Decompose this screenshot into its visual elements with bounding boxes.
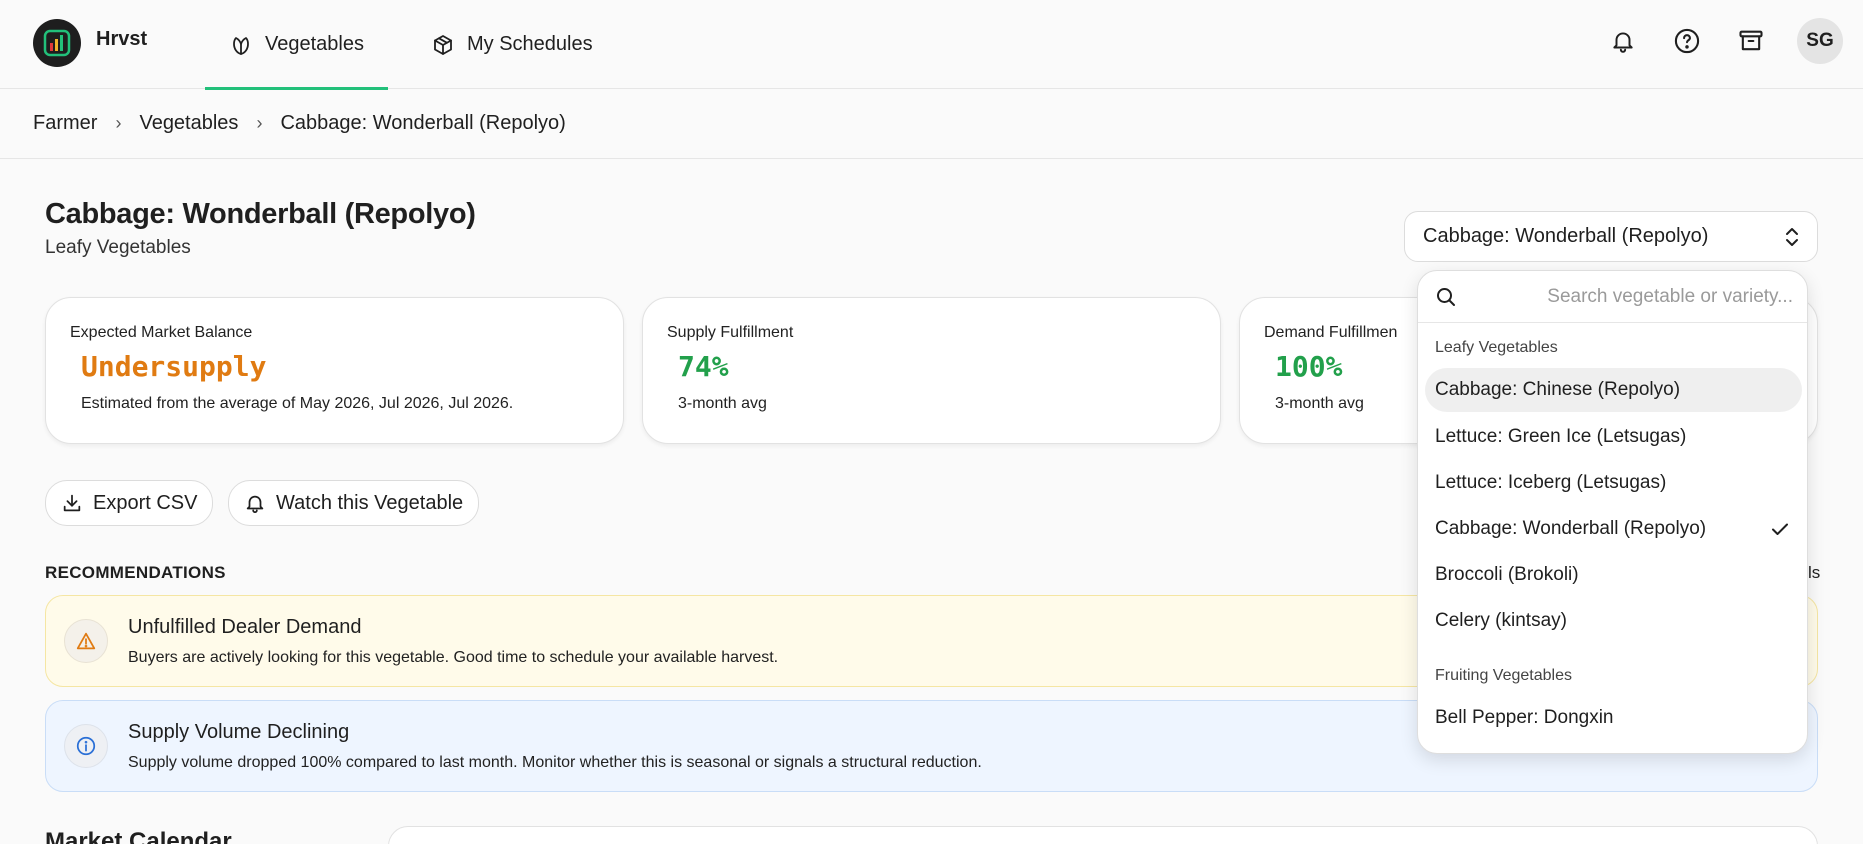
dropdown-option-label: Bell Pepper: Dongxin <box>1435 707 1614 728</box>
dropdown-option-label: Cabbage: Chinese (Repolyo) <box>1435 379 1681 400</box>
dropdown-option-label: Celery (kintsay) <box>1435 610 1567 631</box>
help-circle-icon <box>1674 28 1700 54</box>
warning-icon-wrap <box>64 619 108 663</box>
card-market-balance: Expected Market Balance Undersupply Esti… <box>45 297 624 444</box>
info-icon <box>76 736 96 756</box>
dropdown-option-label: Lettuce: Iceberg (Letsugas) <box>1435 472 1667 493</box>
dropdown-group-label: Leafy Vegetables <box>1435 339 1558 356</box>
dropdown-option-label: Broccoli (Brokoli) <box>1435 564 1579 585</box>
archive-button[interactable] <box>1733 23 1769 59</box>
brand-name: Hrvst <box>96 28 148 50</box>
leaf-icon <box>233 36 249 55</box>
box-icon <box>434 34 452 55</box>
recommendation-title: Unfulfilled Dealer Demand <box>128 616 362 638</box>
recommendations-heading: RECOMMENDATIONS <box>45 563 226 582</box>
chevron-right-icon: › <box>256 113 263 133</box>
info-icon-wrap <box>64 724 108 768</box>
watch-vegetable-label: Watch this Vegetable <box>276 491 464 514</box>
breadcrumb-farmer[interactable]: Farmer <box>33 112 97 135</box>
export-csv-button[interactable]: Export CSV <box>45 480 214 526</box>
tab-vegetables-label: Vegetables <box>265 33 364 55</box>
dropdown-search <box>1418 271 1807 323</box>
vegetable-dropdown: Leafy Vegetables Cabbage: Chinese (Repol… <box>1417 270 1808 754</box>
app-logo[interactable] <box>33 19 81 67</box>
archive-icon <box>1739 30 1763 51</box>
dropdown-option[interactable]: Celery (kintsay) <box>1425 599 1802 643</box>
card-note: Estimated from the average of May 2026, … <box>81 395 514 412</box>
dropdown-option-label: Lettuce: Green Ice (Letsugas) <box>1435 426 1687 447</box>
dropdown-group-label: Fruiting Vegetables <box>1435 667 1572 684</box>
dropdown-option[interactable]: Bell Pepper: Dongxin <box>1425 696 1802 740</box>
bell-icon <box>1613 32 1633 53</box>
search-icon <box>1437 288 1455 306</box>
check-icon <box>1772 523 1788 535</box>
recommendations-link-fragment[interactable]: ls <box>1808 563 1820 583</box>
breadcrumb-vegetables[interactable]: Vegetables <box>139 112 238 135</box>
user-avatar[interactable]: SG <box>1797 18 1843 64</box>
top-nav: Hrvst Vegetables My Schedules SG <box>0 0 1863 90</box>
market-calendar-panel <box>388 826 1818 844</box>
dropdown-option[interactable]: Broccoli (Brokoli) <box>1425 553 1802 597</box>
tab-my-schedules[interactable]: My Schedules <box>407 0 617 89</box>
breadcrumb: Farmer › Vegetables › Cabbage: Wonderbal… <box>0 89 1863 159</box>
dropdown-option-label: Cabbage: Wonderball (Repolyo) <box>1435 518 1707 539</box>
recommendation-desc: Buyers are actively looking for this veg… <box>128 649 779 666</box>
card-label: Expected Market Balance <box>70 324 253 341</box>
page-subtitle: Leafy Vegetables <box>45 237 191 258</box>
card-label: Supply Fulfillment <box>667 324 794 341</box>
vegetable-selector[interactable]: Cabbage: Wonderball (Repolyo) <box>1404 211 1818 262</box>
recommendation-title: Supply Volume Declining <box>128 721 350 743</box>
dropdown-option[interactable]: Lettuce: Green Ice (Letsugas) <box>1425 415 1802 459</box>
dropdown-option-selected[interactable]: Cabbage: Wonderball (Repolyo) <box>1425 507 1802 551</box>
card-note: 3-month avg <box>1275 395 1364 412</box>
chevron-right-icon: › <box>115 113 122 133</box>
help-button[interactable] <box>1669 23 1705 59</box>
dropdown-option[interactable]: Lettuce: Iceberg (Letsugas) <box>1425 461 1802 505</box>
tab-my-schedules-label: My Schedules <box>467 33 593 55</box>
warning-icon <box>76 632 96 650</box>
card-value: Undersupply <box>81 350 267 383</box>
card-value: 74% <box>678 350 729 383</box>
export-csv-label: Export CSV <box>93 491 198 514</box>
tab-vegetables[interactable]: Vegetables <box>205 0 388 90</box>
selector-value: Cabbage: Wonderball (Repolyo) <box>1423 225 1709 247</box>
card-supply-fulfillment: Supply Fulfillment 74% 3-month avg <box>642 297 1221 444</box>
chevron-up-down-icon <box>1786 227 1798 246</box>
vegetable-search-input[interactable] <box>1473 281 1793 313</box>
watch-vegetable-button[interactable]: Watch this Vegetable <box>228 480 480 526</box>
dropdown-option[interactable]: Cabbage: Chinese (Repolyo) <box>1425 368 1802 412</box>
market-calendar-heading: Market Calendar <box>45 828 232 844</box>
breadcrumb-current: Cabbage: Wonderball (Repolyo) <box>280 112 566 134</box>
download-icon <box>63 494 81 512</box>
card-value: 100% <box>1275 350 1343 383</box>
card-note: 3-month avg <box>678 395 767 412</box>
page-title: Cabbage: Wonderball (Repolyo) <box>45 198 476 230</box>
bell-icon <box>246 495 264 514</box>
card-label: Demand Fulfillmen <box>1264 324 1398 341</box>
logo-icon <box>43 29 71 57</box>
recommendation-desc: Supply volume dropped 100% compared to l… <box>128 754 982 771</box>
notifications-button[interactable] <box>1605 23 1641 59</box>
